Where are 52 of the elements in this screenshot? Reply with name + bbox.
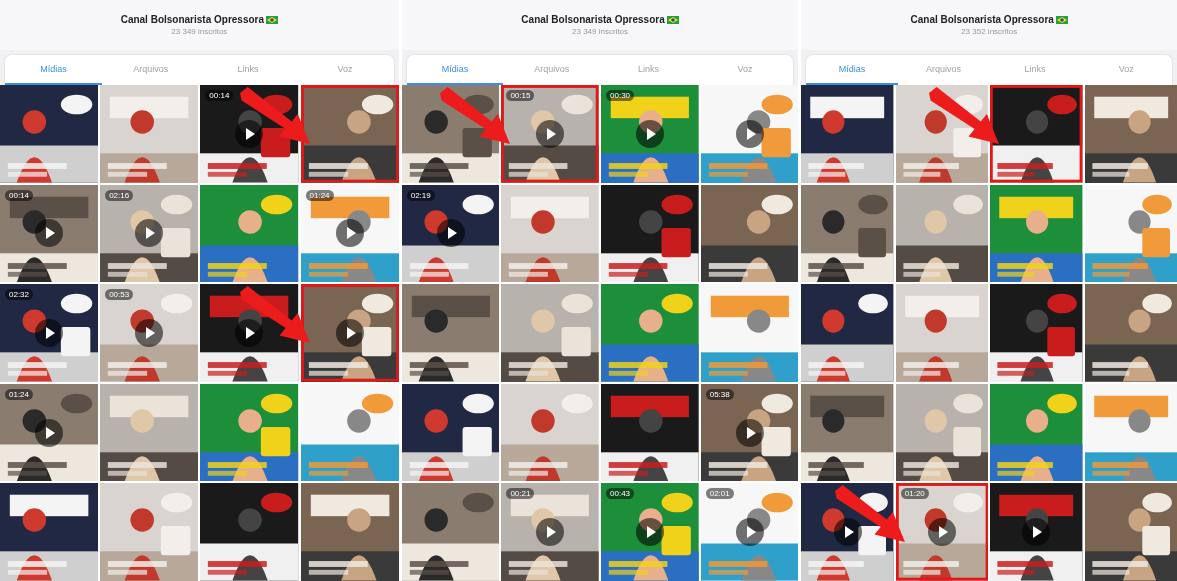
video-duration: 00:21 bbox=[506, 488, 535, 500]
video-duration: 00:30 bbox=[606, 90, 635, 101]
tab[interactable]: Arquivos bbox=[897, 55, 990, 85]
play-icon[interactable] bbox=[536, 119, 565, 148]
play-icon[interactable] bbox=[735, 119, 764, 148]
play-icon[interactable] bbox=[335, 219, 364, 248]
tab[interactable]: Voz bbox=[696, 55, 794, 85]
tab[interactable]: Voz bbox=[296, 55, 394, 85]
video-duration: 02:16 bbox=[105, 189, 134, 201]
tab[interactable]: Links bbox=[199, 55, 297, 85]
play-icon[interactable] bbox=[135, 219, 164, 248]
play-icon[interactable] bbox=[833, 518, 862, 547]
video-duration: 00:43 bbox=[606, 488, 635, 500]
subscriber-count: 23 352 inscritos bbox=[961, 27, 1018, 36]
subscriber-count: 23 349 inscritos bbox=[572, 27, 629, 36]
video-duration: 00:53 bbox=[105, 289, 134, 301]
video-duration: 02:01 bbox=[705, 488, 734, 500]
subscriber-count: 23 349 inscritos bbox=[171, 27, 228, 36]
video-duration: 01:20 bbox=[900, 488, 929, 500]
play-icon[interactable] bbox=[335, 319, 364, 347]
video-duration: 02:32 bbox=[5, 289, 34, 301]
channel-title: Canal Bolsonarista Opressora bbox=[910, 14, 1054, 25]
play-icon[interactable] bbox=[635, 119, 664, 148]
play-icon[interactable] bbox=[235, 319, 264, 347]
play-icon[interactable] bbox=[135, 319, 164, 347]
tab[interactable]: Links bbox=[600, 55, 697, 85]
play-icon[interactable] bbox=[35, 418, 64, 447]
channel-title: Canal Bolsonarista Opressora bbox=[521, 14, 665, 25]
tab[interactable]: Voz bbox=[1080, 55, 1172, 85]
play-icon[interactable] bbox=[735, 418, 764, 447]
play-icon[interactable] bbox=[1022, 518, 1051, 547]
play-icon[interactable] bbox=[436, 219, 465, 248]
flag-icon bbox=[266, 15, 279, 24]
tab[interactable]: Arquivos bbox=[102, 55, 200, 85]
video-duration: 01:24 bbox=[5, 388, 34, 400]
play-icon[interactable] bbox=[235, 119, 264, 148]
video-duration: 05:38 bbox=[705, 388, 734, 400]
channel-title: Canal Bolsonarista Opressora bbox=[120, 14, 265, 25]
flag-icon bbox=[1055, 15, 1068, 24]
play-icon[interactable] bbox=[35, 319, 64, 347]
play-icon[interactable] bbox=[928, 518, 956, 547]
video-duration: 00:14 bbox=[205, 90, 234, 101]
video-duration: 00:14 bbox=[5, 189, 34, 201]
flag-icon bbox=[666, 15, 679, 24]
tab[interactable]: Links bbox=[989, 55, 1081, 85]
play-icon[interactable] bbox=[536, 518, 565, 547]
play-icon[interactable] bbox=[735, 518, 764, 547]
play-icon[interactable] bbox=[35, 219, 64, 248]
video-duration: 00:15 bbox=[506, 90, 535, 101]
video-duration: 02:19 bbox=[406, 189, 435, 201]
tab[interactable]: Arquivos bbox=[503, 55, 601, 85]
play-icon[interactable] bbox=[635, 518, 664, 547]
